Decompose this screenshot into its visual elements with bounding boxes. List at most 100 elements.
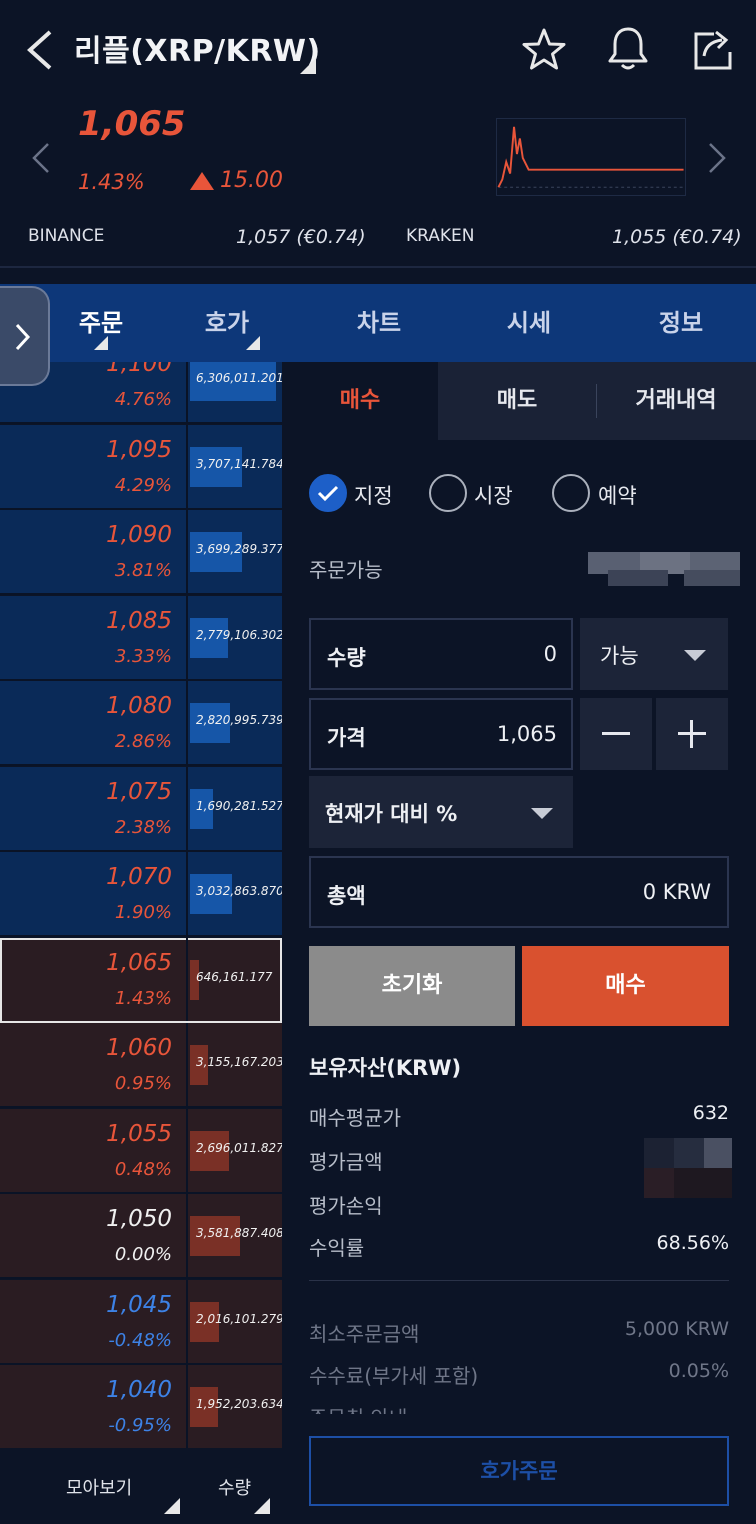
quantity-available-select[interactable]: 가능 bbox=[580, 618, 728, 690]
fee-label: 수수료(부가세 포함) bbox=[309, 1364, 479, 1388]
share-icon[interactable] bbox=[688, 26, 736, 74]
tab-order[interactable]: 주문 bbox=[50, 284, 152, 362]
quantity-input[interactable]: 수량 0 bbox=[309, 618, 573, 690]
tab-orderbook-dropdown-icon[interactable] bbox=[246, 336, 260, 350]
price-cell[interactable]: 1,065 1.43% bbox=[0, 937, 188, 1021]
orderbook-row[interactable]: 1,090 3.81% 3,699,289.377 bbox=[0, 510, 282, 595]
reset-button[interactable]: 초기화 bbox=[309, 946, 515, 1026]
prev-coin-icon[interactable] bbox=[28, 140, 52, 176]
orderbook-row[interactable]: 1,085 3.33% 2,779,106.302 bbox=[0, 595, 282, 681]
row-rate: 0.00% bbox=[114, 1244, 172, 1265]
cutoff-notice-text: 주문취 안내 bbox=[309, 1402, 509, 1414]
price-cell[interactable]: 1,045 -0.48% bbox=[0, 1279, 188, 1363]
orderbook-row[interactable]: 1,095 4.29% 3,707,141.784 bbox=[0, 424, 282, 510]
price-cell[interactable]: 1,070 1.90% bbox=[0, 852, 188, 935]
side-panel-handle[interactable] bbox=[0, 286, 50, 386]
price-cell[interactable]: 1,040 -0.95% bbox=[0, 1365, 188, 1448]
quantity-label: 수량 bbox=[327, 646, 366, 670]
change-rate: 1.43% bbox=[78, 170, 145, 194]
total-input[interactable]: 총액 0 KRW bbox=[309, 856, 729, 928]
orderbook-row[interactable]: 1,070 1.90% 3,032,863.870 bbox=[0, 852, 282, 937]
orderbook-row[interactable]: 1,040 -0.95% 1,952,203.634 bbox=[0, 1365, 282, 1448]
price-cell[interactable]: 1,050 0.00% bbox=[0, 1194, 188, 1277]
radio-reserve[interactable] bbox=[552, 474, 590, 512]
up-triangle-icon bbox=[190, 172, 214, 190]
price-cell[interactable]: 1,060 0.95% bbox=[0, 1023, 188, 1106]
row-price: 1,080 bbox=[106, 693, 172, 719]
row-rate: -0.95% bbox=[108, 1415, 172, 1436]
tab-buy[interactable]: 매수 bbox=[282, 362, 438, 440]
orderbook-row[interactable]: 1,050 0.00% 3,581,887.408 bbox=[0, 1194, 282, 1279]
row-price: 1,090 bbox=[106, 522, 172, 548]
page-title[interactable]: 리플(XRP/KRW) bbox=[74, 26, 321, 70]
bell-icon[interactable] bbox=[604, 24, 652, 72]
radio-market[interactable] bbox=[429, 474, 467, 512]
star-icon[interactable] bbox=[520, 26, 568, 74]
price-cell[interactable]: 1,085 3.33% bbox=[0, 595, 188, 679]
row-price: 1,040 bbox=[106, 1377, 172, 1403]
price-cell[interactable]: 1,055 0.48% bbox=[0, 1108, 188, 1192]
orderbook-row[interactable]: 1,055 0.48% 2,696,011.827 bbox=[0, 1108, 282, 1194]
row-rate: 4.29% bbox=[114, 474, 172, 496]
row-rate: 0.48% bbox=[114, 1158, 172, 1180]
avg-price-label: 매수평균가 bbox=[309, 1106, 401, 1130]
group-view-dropdown-icon[interactable] bbox=[164, 1498, 180, 1514]
row-quantity: 6,306,011.201 bbox=[196, 371, 282, 385]
tab-market[interactable]: 시세 bbox=[478, 284, 580, 362]
quantity-value: 0 bbox=[543, 642, 557, 666]
buy-button[interactable]: 매수 bbox=[522, 946, 729, 1026]
price-cell[interactable]: 1,095 4.29% bbox=[0, 424, 188, 508]
tab-separator bbox=[596, 384, 597, 418]
minus-icon bbox=[602, 732, 630, 735]
price-cell[interactable]: 1,075 2.38% bbox=[0, 766, 188, 850]
tab-orderbook[interactable]: 호가 bbox=[176, 284, 278, 362]
row-rate: 0.95% bbox=[114, 1073, 172, 1094]
price-plus-button[interactable] bbox=[656, 698, 728, 770]
price-cell[interactable]: 1,090 3.81% bbox=[0, 510, 188, 593]
price-label: 가격 bbox=[327, 726, 366, 750]
row-price: 1,070 bbox=[106, 864, 172, 890]
orderbook-row[interactable]: 1,075 2.38% 1,690,281.527 bbox=[0, 766, 282, 852]
orderbook-row[interactable]: 1,080 2.86% 2,820,995.739 bbox=[0, 681, 282, 766]
quantity-mode-dropdown-icon[interactable] bbox=[254, 1498, 270, 1514]
price-input[interactable]: 가격 1,065 bbox=[309, 698, 573, 770]
quantity-mode-button[interactable]: 수량 bbox=[218, 1474, 251, 1500]
quote-order-button[interactable]: 호가주문 bbox=[309, 1436, 729, 1506]
next-coin-icon[interactable] bbox=[706, 140, 730, 176]
row-price: 1,045 bbox=[106, 1291, 172, 1318]
tab-order-dropdown-icon[interactable] bbox=[94, 336, 108, 350]
eval-pnl-label: 평가손익 bbox=[309, 1194, 383, 1218]
row-quantity: 2,820,995.739 bbox=[196, 713, 282, 727]
tab-info[interactable]: 정보 bbox=[630, 284, 732, 362]
mini-price-chart[interactable] bbox=[496, 118, 686, 196]
row-price: 1,050 bbox=[106, 1206, 172, 1232]
price-cell[interactable]: 1,080 2.86% bbox=[0, 681, 188, 764]
min-order-label: 최소주문금액 bbox=[309, 1322, 420, 1346]
row-price: 1,060 bbox=[106, 1035, 172, 1061]
row-quantity: 1,690,281.527 bbox=[196, 798, 282, 813]
percent-select-label: 현재가 대비 % bbox=[325, 802, 458, 826]
percent-select[interactable]: 현재가 대비 % bbox=[309, 776, 573, 848]
title-dropdown-icon[interactable] bbox=[300, 58, 316, 74]
section-divider bbox=[309, 1280, 729, 1281]
row-quantity: 2,696,011.827 bbox=[196, 1140, 282, 1155]
exchange-name-binance: BINANCE bbox=[28, 226, 105, 246]
tab-history[interactable]: 거래내역 bbox=[596, 362, 756, 440]
header-divider bbox=[0, 266, 756, 268]
row-quantity: 2,016,101.279 bbox=[196, 1311, 282, 1326]
orderbook-row[interactable]: 1,060 0.95% 3,155,167.203 bbox=[0, 1023, 282, 1108]
chevron-down-icon bbox=[531, 808, 553, 819]
available-label: 주문가능 bbox=[309, 558, 383, 582]
exchange-value-kraken: 1,055 (€0.74) bbox=[612, 226, 742, 248]
group-view-button[interactable]: 모아보기 bbox=[66, 1474, 132, 1500]
tab-sell[interactable]: 매도 bbox=[438, 362, 596, 440]
tab-chart[interactable]: 차트 bbox=[328, 284, 430, 362]
price-minus-button[interactable] bbox=[580, 698, 652, 770]
radio-limit[interactable] bbox=[309, 474, 347, 512]
orderbook-row[interactable]: 1,045 -0.48% 2,016,101.279 bbox=[0, 1279, 282, 1365]
back-arrow-icon[interactable] bbox=[22, 28, 62, 72]
row-rate: 2.38% bbox=[114, 816, 172, 838]
orderbook: 1,100 4.76% 6,306,011.201 1,095 4.29% 3,707,1… bbox=[0, 362, 282, 1448]
row-rate: 3.81% bbox=[114, 560, 172, 581]
orderbook-row-current[interactable]: 1,065 1.43% 646,161.177 bbox=[0, 937, 282, 1023]
